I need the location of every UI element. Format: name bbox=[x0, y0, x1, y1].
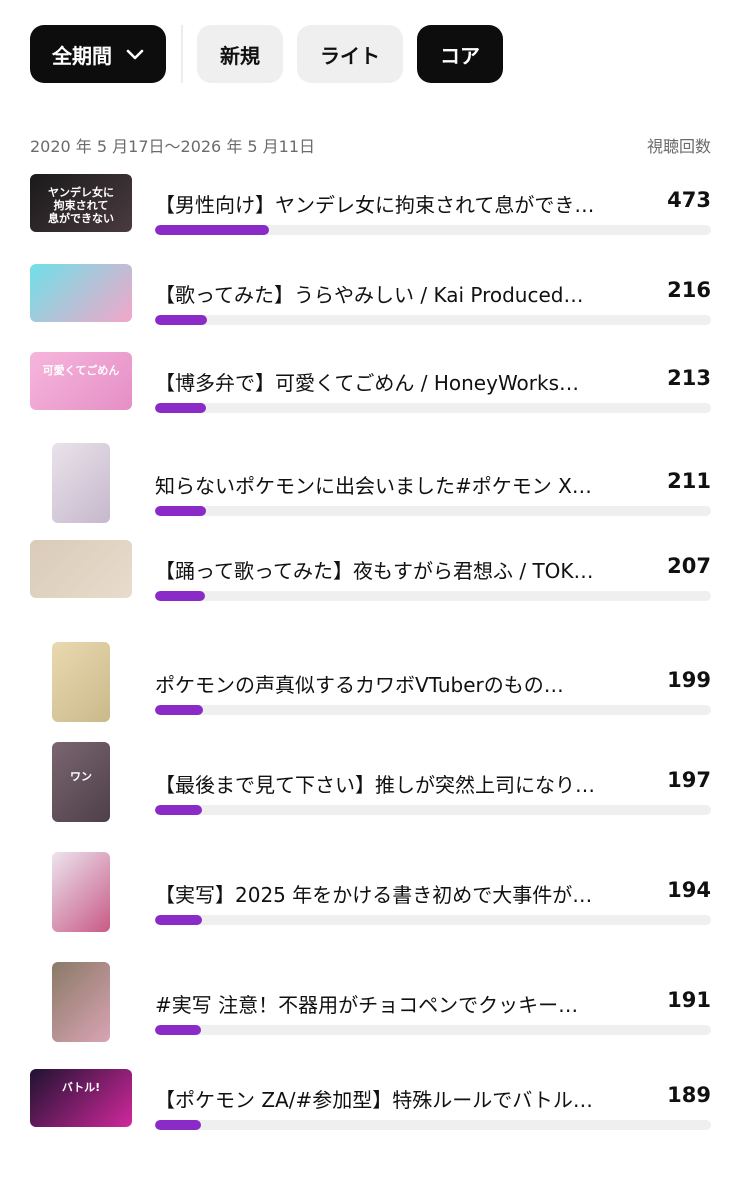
view-share-bar bbox=[155, 403, 711, 413]
view-share-bar-fill bbox=[155, 403, 207, 413]
video-title[interactable]: #実写 注意！不器用がチョコペンでクッキー… bbox=[155, 989, 595, 1018]
video-title[interactable]: 【最後まで見て下さい】推しが突然上司になり… bbox=[155, 769, 595, 798]
view-share-bar bbox=[155, 591, 711, 601]
video-title[interactable]: 【歌ってみた】うらやみしい / Kai Produced… bbox=[155, 279, 595, 308]
video-thumbnail[interactable] bbox=[30, 264, 132, 322]
video-row[interactable]: ヤンデレ女に 拘束されて 息ができない 【男性向け】ヤンデレ女に拘束されて息ができ… bbox=[0, 174, 741, 265]
view-count: 213 bbox=[667, 366, 711, 390]
video-row[interactable]: 【実写】2025 年をかける書き初めで大事件が… 194 bbox=[0, 850, 741, 960]
video-title[interactable]: 【踊って歌ってみた】夜もすがら君想ふ / TOK… bbox=[155, 555, 595, 584]
view-count: 194 bbox=[667, 878, 711, 902]
filter-new-button[interactable]: 新規 bbox=[197, 25, 283, 83]
date-range-row: 2020 年 5 月17日～2026 年 5 月11日 視聴回数 bbox=[30, 133, 711, 157]
video-title[interactable]: 【実写】2025 年をかける書き初めで大事件が… bbox=[155, 879, 595, 908]
view-count: 473 bbox=[667, 188, 711, 212]
video-title[interactable]: 【ポケモン ZA/#参加型】特殊ルールでバトル… bbox=[155, 1084, 595, 1113]
metric-label: 視聴回数 bbox=[646, 137, 711, 156]
period-dropdown[interactable]: 全期間 bbox=[30, 25, 166, 83]
filter-bar: 全期間 新規 ライト コア bbox=[30, 25, 741, 83]
view-share-bar bbox=[155, 805, 711, 815]
video-title[interactable]: 【博多弁で】可愛くてごめん / HoneyWorks【… bbox=[155, 367, 595, 396]
view-share-bar-fill bbox=[155, 315, 208, 325]
view-share-bar-fill bbox=[155, 915, 202, 925]
video-row[interactable]: 可愛くてごめん 【博多弁で】可愛くてごめん / HoneyWorks【… 213 bbox=[0, 352, 741, 441]
thumbnail-caption: 可愛くてごめん bbox=[42, 364, 120, 377]
date-range: 2020 年 5 月17日～2026 年 5 月11日 bbox=[30, 137, 316, 156]
video-title[interactable]: 知らないポケモンに出会いました#ポケモン X… bbox=[155, 470, 595, 499]
video-thumbnail[interactable] bbox=[52, 852, 110, 932]
video-thumbnail[interactable]: 可愛くてごめん bbox=[30, 352, 132, 410]
video-thumbnail[interactable] bbox=[30, 540, 132, 598]
view-share-bar bbox=[155, 1025, 711, 1035]
view-share-bar-fill bbox=[155, 506, 206, 516]
video-thumbnail[interactable]: バトル! bbox=[30, 1069, 132, 1127]
video-row[interactable]: 【歌ってみた】うらやみしい / Kai Produced… 216 bbox=[0, 264, 741, 353]
view-count: 189 bbox=[667, 1083, 711, 1107]
view-share-bar-fill bbox=[155, 591, 206, 601]
view-count: 216 bbox=[667, 278, 711, 302]
view-share-bar bbox=[155, 506, 711, 516]
view-share-bar-fill bbox=[155, 1025, 202, 1035]
view-share-bar-fill bbox=[155, 225, 269, 235]
view-share-bar-fill bbox=[155, 705, 203, 715]
video-thumbnail[interactable] bbox=[52, 443, 110, 523]
period-label: 全期間 bbox=[52, 43, 112, 68]
video-row[interactable]: ワン 【最後まで見て下さい】推しが突然上司になり… 197 bbox=[0, 740, 741, 850]
chevron-down-icon bbox=[126, 49, 144, 60]
thumbnail-caption: ヤンデレ女に 拘束されて 息ができない bbox=[48, 186, 114, 225]
thumbnail-caption: バトル! bbox=[61, 1081, 101, 1094]
video-title[interactable]: ポケモンの声真似するカワボVTuberのもの… bbox=[155, 669, 595, 698]
video-thumbnail[interactable]: ワン bbox=[52, 742, 110, 822]
view-count: 211 bbox=[667, 469, 711, 493]
view-share-bar bbox=[155, 225, 711, 235]
view-count: 197 bbox=[667, 768, 711, 792]
video-row[interactable]: ポケモンの声真似するカワボVTuberのもの… 199 bbox=[0, 640, 741, 740]
video-list: ヤンデレ女に 拘束されて 息ができない 【男性向け】ヤンデレ女に拘束されて息ができ… bbox=[0, 174, 741, 1170]
filter-core-button[interactable]: コア bbox=[417, 25, 503, 83]
view-count: 207 bbox=[667, 554, 711, 578]
view-share-bar bbox=[155, 315, 711, 325]
video-title[interactable]: 【男性向け】ヤンデレ女に拘束されて息ができ… bbox=[155, 189, 595, 218]
video-row[interactable]: 知らないポケモンに出会いました#ポケモン X… 211 bbox=[0, 441, 741, 541]
filter-lite-button[interactable]: ライト bbox=[297, 25, 403, 83]
view-share-bar-fill bbox=[155, 805, 203, 815]
view-count: 191 bbox=[667, 988, 711, 1012]
view-share-bar bbox=[155, 1120, 711, 1130]
video-thumbnail[interactable] bbox=[52, 962, 110, 1042]
view-count: 199 bbox=[667, 668, 711, 692]
view-share-bar-fill bbox=[155, 1120, 201, 1130]
video-thumbnail[interactable]: ヤンデレ女に 拘束されて 息ができない bbox=[30, 174, 132, 232]
view-share-bar bbox=[155, 915, 711, 925]
video-thumbnail[interactable] bbox=[52, 642, 110, 722]
video-row[interactable]: バトル! 【ポケモン ZA/#参加型】特殊ルールでバトル… 189 bbox=[0, 1069, 741, 1170]
filter-divider bbox=[181, 25, 183, 83]
video-row[interactable]: 【踊って歌ってみた】夜もすがら君想ふ / TOK… 207 bbox=[0, 540, 741, 640]
video-row[interactable]: #実写 注意！不器用がチョコペンでクッキー… 191 bbox=[0, 960, 741, 1070]
thumbnail-caption: ワン bbox=[70, 770, 92, 783]
view-share-bar bbox=[155, 705, 711, 715]
